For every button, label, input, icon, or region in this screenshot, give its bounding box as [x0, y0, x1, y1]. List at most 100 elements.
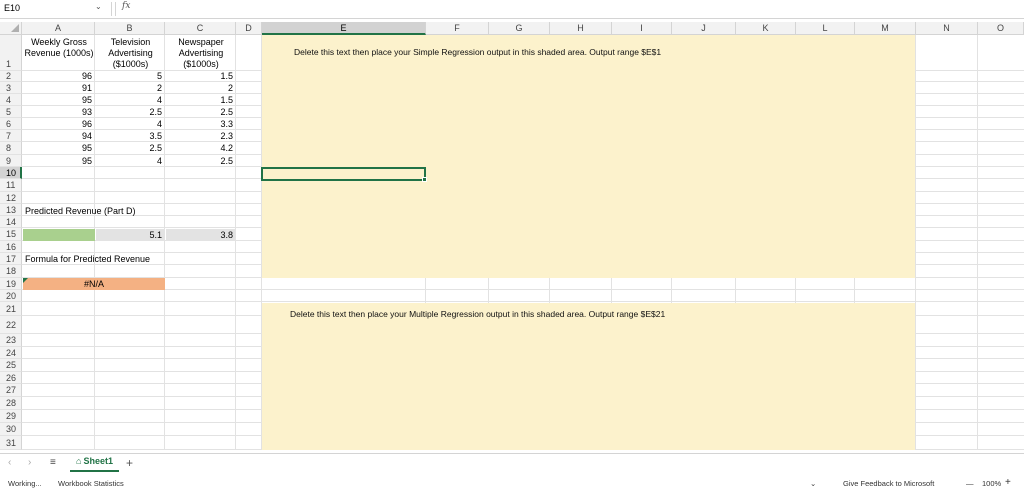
- header-weekly-gross-revenue[interactable]: Weekly Gross Revenue (1000s): [23, 37, 95, 71]
- row-header-20[interactable]: 20: [0, 290, 22, 302]
- row-header-9[interactable]: 9: [0, 155, 22, 167]
- row-header-31[interactable]: 31: [0, 436, 22, 450]
- cell-newspaper[interactable]: 1.5: [166, 94, 236, 106]
- column-header-i[interactable]: I: [612, 22, 672, 35]
- cell-revenue[interactable]: 93: [23, 106, 95, 118]
- cell-tv[interactable]: 4: [96, 94, 165, 106]
- column-header-l[interactable]: L: [796, 22, 855, 35]
- select-all-corner[interactable]: [0, 22, 22, 35]
- column-header-m[interactable]: M: [855, 22, 916, 35]
- column-header-d[interactable]: D: [236, 22, 262, 35]
- cell-tv[interactable]: 2: [96, 82, 165, 94]
- column-header-j[interactable]: J: [672, 22, 736, 35]
- cell-newspaper[interactable]: 2.5: [166, 106, 236, 118]
- active-cell-e10[interactable]: [261, 167, 427, 182]
- predicted-revenue-input-cell[interactable]: [23, 229, 95, 241]
- cell-revenue[interactable]: 94: [23, 130, 95, 142]
- cell-revenue[interactable]: 91: [23, 82, 95, 94]
- predicted-newspaper-value[interactable]: 3.8: [166, 229, 236, 241]
- cell-revenue[interactable]: 96: [23, 71, 95, 82]
- row-header-6[interactable]: 6: [0, 118, 22, 130]
- cell-tv[interactable]: 4: [96, 118, 165, 130]
- workbook-statistics-button[interactable]: Workbook Statistics: [58, 479, 124, 488]
- row-header-8[interactable]: 8: [0, 142, 22, 155]
- give-feedback-button[interactable]: Give Feedback to Microsoft: [843, 479, 934, 488]
- row-header-25[interactable]: 25: [0, 359, 22, 372]
- name-box[interactable]: E10 ⌄: [2, 2, 112, 16]
- cell-newspaper[interactable]: 2.5: [166, 155, 236, 167]
- column-header-n[interactable]: N: [916, 22, 978, 35]
- row-header-14[interactable]: 14: [0, 216, 22, 228]
- zoom-out-button[interactable]: —: [966, 479, 974, 488]
- fx-icon[interactable]: fx: [122, 1, 130, 11]
- cell-tv[interactable]: 2.5: [96, 106, 165, 118]
- chevron-down-icon[interactable]: ⌄: [810, 479, 816, 488]
- row-header-23[interactable]: 23: [0, 334, 22, 347]
- header-television-advertising[interactable]: Television Advertising ($1000s): [96, 37, 165, 71]
- row-header-13[interactable]: 13: [0, 204, 22, 216]
- row-header-18[interactable]: 18: [0, 265, 22, 278]
- column-header-f[interactable]: F: [426, 22, 489, 35]
- chevron-down-icon[interactable]: ⌄: [95, 2, 102, 11]
- column-header-k[interactable]: K: [736, 22, 796, 35]
- row-header-5[interactable]: 5: [0, 106, 22, 118]
- row-header-19[interactable]: 19: [0, 278, 22, 290]
- tab-sheet1[interactable]: ⌂ Sheet1: [70, 454, 119, 472]
- cell-revenue[interactable]: 95: [23, 94, 95, 106]
- row-header-21[interactable]: 21: [0, 302, 22, 316]
- column-header-h[interactable]: H: [550, 22, 612, 35]
- add-sheet-button[interactable]: +: [126, 456, 133, 470]
- simple-regression-area[interactable]: [262, 35, 915, 278]
- predicted-tv-value[interactable]: 5.1: [96, 229, 165, 241]
- scroll-left-icon[interactable]: ‹: [8, 457, 11, 468]
- cell-tv[interactable]: 4: [96, 155, 165, 167]
- cell-tv[interactable]: 2.5: [96, 142, 165, 155]
- column-header-o[interactable]: O: [978, 22, 1024, 35]
- zoom-in-button[interactable]: +: [1005, 477, 1011, 488]
- scroll-right-icon[interactable]: ›: [28, 457, 31, 468]
- cell-tv[interactable]: 5: [96, 71, 165, 82]
- header-newspaper-advertising[interactable]: Newspaper Advertising ($1000s): [166, 37, 236, 71]
- row-header-15[interactable]: 15: [0, 228, 22, 241]
- row-header-2[interactable]: 2: [0, 71, 22, 82]
- row-header-10[interactable]: 10: [0, 167, 22, 179]
- row-header-30[interactable]: 30: [0, 423, 22, 436]
- sheet-list-icon[interactable]: ≡: [50, 457, 56, 468]
- row-header-1[interactable]: 1: [0, 35, 22, 71]
- row-header-11[interactable]: 11: [0, 179, 22, 192]
- column-header-a[interactable]: A: [22, 22, 95, 35]
- row-header-7[interactable]: 7: [0, 130, 22, 142]
- row-header-24[interactable]: 24: [0, 347, 22, 359]
- row-header-4[interactable]: 4: [0, 94, 22, 106]
- row-header-22[interactable]: 22: [0, 316, 22, 334]
- row-header-28[interactable]: 28: [0, 397, 22, 410]
- row-header-16[interactable]: 16: [0, 241, 22, 253]
- column-header-b[interactable]: B: [95, 22, 165, 35]
- row-header-27[interactable]: 27: [0, 384, 22, 397]
- cell-newspaper[interactable]: 1.5: [166, 71, 236, 82]
- cell-revenue[interactable]: 95: [23, 155, 95, 167]
- formula-result-cell[interactable]: #N/A: [23, 278, 165, 290]
- row-header-29[interactable]: 29: [0, 410, 22, 423]
- cell-newspaper[interactable]: 2.3: [166, 130, 236, 142]
- row-header-26[interactable]: 26: [0, 372, 22, 384]
- multiple-regression-area[interactable]: [262, 303, 915, 450]
- formula-input[interactable]: [136, 2, 1020, 16]
- cell-revenue[interactable]: 96: [23, 118, 95, 130]
- fill-handle[interactable]: [422, 177, 427, 182]
- column-header-c[interactable]: C: [165, 22, 236, 35]
- zoom-level[interactable]: 100%: [982, 479, 1001, 488]
- cell-newspaper[interactable]: 2: [166, 82, 236, 94]
- cell-tv[interactable]: 3.5: [96, 130, 165, 142]
- row-header-17[interactable]: 17: [0, 253, 22, 265]
- formula-predicted-label[interactable]: Formula for Predicted Revenue: [25, 254, 150, 264]
- row-header-3[interactable]: 3: [0, 82, 22, 94]
- column-header-g[interactable]: G: [489, 22, 550, 35]
- cell-newspaper[interactable]: 3.3: [166, 118, 236, 130]
- error-indicator-icon[interactable]: [23, 278, 28, 283]
- column-header-e[interactable]: E: [262, 22, 426, 35]
- cell-newspaper[interactable]: 4.2: [166, 142, 236, 155]
- cell-revenue[interactable]: 95: [23, 142, 95, 155]
- row-header-12[interactable]: 12: [0, 192, 22, 204]
- predicted-revenue-label[interactable]: Predicted Revenue (Part D): [25, 206, 136, 216]
